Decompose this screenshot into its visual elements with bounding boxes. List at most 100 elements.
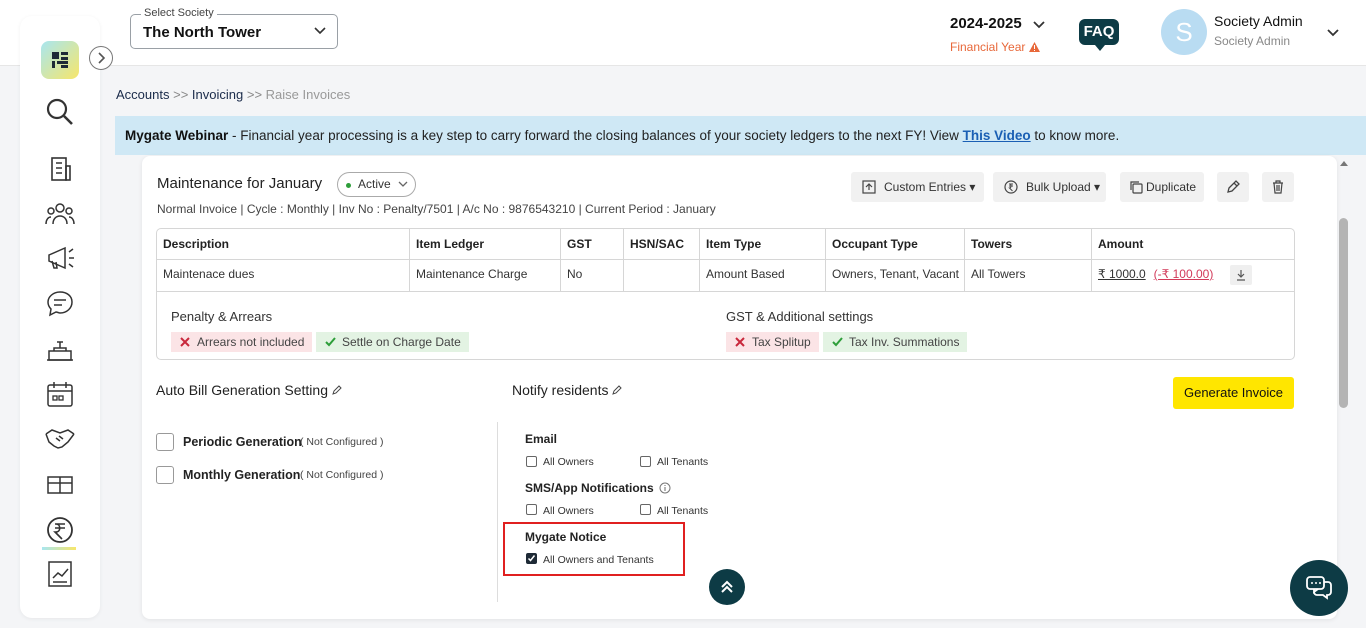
duplicate-button[interactable]: Duplicate <box>1120 172 1204 202</box>
notice-all-owners-tenants-checkbox[interactable] <box>526 553 537 564</box>
top-header: Select Society The North Tower 2024-2025… <box>0 0 1366 66</box>
pencil-icon <box>1227 180 1240 193</box>
building-icon[interactable] <box>44 152 76 184</box>
app-logo[interactable] <box>41 41 79 79</box>
email-all-owners-label: All Owners <box>543 456 594 468</box>
amount-discount[interactable]: (-₹ 100.00) <box>1154 267 1214 281</box>
tax-splitup-label: Tax Splitup <box>752 335 811 349</box>
chat-icon[interactable] <box>44 288 76 320</box>
info-icon[interactable] <box>659 482 671 494</box>
financial-year-value: 2024-2025 <box>950 15 1022 32</box>
notify-title-text: Notify residents <box>512 382 609 398</box>
pencil-icon[interactable] <box>332 385 342 395</box>
pencil-icon[interactable] <box>612 385 623 395</box>
search-icon[interactable] <box>44 96 76 128</box>
custom-entries-button[interactable]: Custom Entries ▾ <box>851 172 984 202</box>
scroll-to-top-button[interactable] <box>709 569 745 605</box>
breadcrumb-invoicing[interactable]: Invoicing <box>192 87 243 102</box>
gst-section-title: GST & Additional settings <box>726 309 874 324</box>
webinar-banner: Mygate Webinar - Financial year processi… <box>115 116 1366 155</box>
society-select-label: Select Society <box>141 7 217 19</box>
settle-chip-label: Settle on Charge Date <box>342 335 461 349</box>
periodic-generation-checkbox[interactable] <box>156 433 174 451</box>
sidebar-toggle-button[interactable] <box>89 46 113 70</box>
invoice-card: Maintenance for January Active Normal In… <box>142 156 1337 619</box>
invoice-meta: Normal Invoice | Cycle : Monthly | Inv N… <box>157 202 716 216</box>
warning-icon <box>1028 42 1040 52</box>
scrollbar-thumb[interactable] <box>1339 218 1348 408</box>
avatar[interactable]: S <box>1161 9 1207 55</box>
periodic-generation-label: Periodic Generation <box>183 435 302 449</box>
banner-video-link[interactable]: This Video <box>963 128 1031 143</box>
sms-all-owners-checkbox[interactable] <box>526 504 537 515</box>
periodic-status: ( Not Configured ) <box>300 436 384 448</box>
email-all-owners-checkbox[interactable] <box>526 456 537 467</box>
bulk-upload-button[interactable]: Bulk Upload ▾ <box>993 172 1106 202</box>
email-all-tenants-checkbox[interactable] <box>640 456 651 467</box>
chat-support-button[interactable] <box>1290 560 1348 616</box>
copy-icon <box>1130 181 1143 194</box>
delete-button[interactable] <box>1262 172 1294 202</box>
chevron-right-icon <box>98 52 106 64</box>
col-header: Item Ledger <box>410 229 561 259</box>
sms-group-title: SMS/App Notifications <box>525 481 671 495</box>
status-dropdown[interactable]: Active <box>337 172 416 197</box>
table-cell <box>624 259 700 291</box>
user-menu-chevron-icon[interactable] <box>1326 25 1340 39</box>
chevron-down-icon <box>1033 21 1045 29</box>
breadcrumb-accounts[interactable]: Accounts <box>116 87 169 102</box>
double-chevron-up-icon <box>721 580 733 593</box>
col-header: Towers <box>965 229 1092 259</box>
col-header: HSN/SAC <box>624 229 700 259</box>
col-header: Description <box>157 229 410 259</box>
banner-tail: to know more. <box>1030 128 1120 143</box>
tax-splitup-chip: Tax Splitup <box>726 332 819 352</box>
table-cell: All Towers <box>965 259 1092 291</box>
col-header: Item Type <box>700 229 826 259</box>
edit-button[interactable] <box>1217 172 1249 202</box>
reports-icon[interactable] <box>44 558 76 590</box>
notice-all-owners-tenants-label: All Owners and Tenants <box>543 554 654 566</box>
email-all-tenants-label: All Tenants <box>657 456 709 468</box>
generate-invoice-button[interactable]: Generate Invoice <box>1173 377 1294 409</box>
auto-bill-title[interactable]: Auto Bill Generation Setting <box>156 382 342 398</box>
amount-value[interactable]: ₹ 1000.0 <box>1098 267 1146 281</box>
logo-icon <box>52 52 68 68</box>
chevron-down-icon <box>398 181 408 187</box>
download-icon <box>1237 270 1245 281</box>
table-cell: No <box>561 259 624 291</box>
accounts-rupee-icon[interactable] <box>44 514 76 546</box>
faq-button[interactable]: FAQ <box>1079 19 1119 51</box>
settle-chip: Settle on Charge Date <box>316 332 469 352</box>
status-dot-icon <box>346 183 351 188</box>
bulk-upload-label: Bulk Upload <box>1026 180 1091 194</box>
chat-bubbles-icon <box>1306 576 1332 600</box>
table-cell: Owners, Tenant, Vacant <box>826 259 965 291</box>
amenity-icon[interactable] <box>44 468 76 500</box>
notice-group-title: Mygate Notice <box>525 530 607 544</box>
invoice-items-table: Description Item Ledger GST HSN/SAC Item… <box>156 228 1295 360</box>
sms-all-tenants-label: All Tenants <box>657 505 709 517</box>
col-header: GST <box>561 229 624 259</box>
monthly-generation-checkbox[interactable] <box>156 466 174 484</box>
financial-year-label: Financial Year <box>950 40 1040 54</box>
scroll-up-arrow-icon[interactable] <box>1337 158 1351 168</box>
notify-title[interactable]: Notify residents <box>512 382 623 398</box>
banner-title: Mygate Webinar <box>125 128 229 143</box>
helpdesk-icon[interactable] <box>44 334 76 366</box>
calendar-icon[interactable] <box>44 378 76 410</box>
table-cell: Maintenance Charge <box>410 259 561 291</box>
monthly-status: ( Not Configured ) <box>300 469 384 481</box>
status-label: Active <box>358 177 391 191</box>
sms-all-tenants-checkbox[interactable] <box>640 504 651 515</box>
society-select[interactable]: Select Society The North Tower <box>130 7 338 49</box>
megaphone-icon[interactable] <box>44 242 76 274</box>
duplicate-label: Duplicate <box>1146 180 1197 194</box>
residents-icon[interactable] <box>44 198 76 230</box>
sidebar <box>20 16 113 618</box>
download-button[interactable] <box>1230 265 1252 285</box>
custom-entries-label: Custom Entries <box>884 180 967 194</box>
user-name: Society Admin <box>1214 13 1303 29</box>
handshake-icon[interactable] <box>44 422 76 454</box>
financial-year-selector[interactable]: 2024-2025 Financial Year <box>950 15 1045 54</box>
